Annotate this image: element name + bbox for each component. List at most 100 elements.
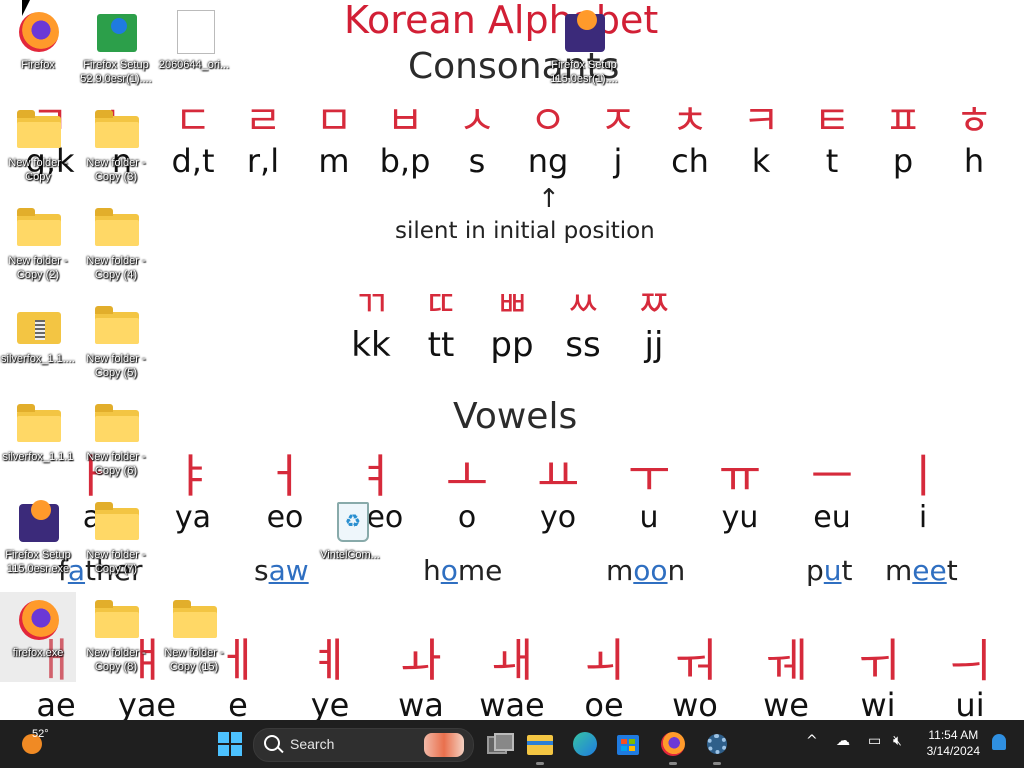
- double-consonant-jamo: ㅆ: [566, 284, 600, 325]
- example-prefix: p: [806, 554, 824, 587]
- store-button[interactable]: [612, 728, 644, 760]
- desktop-icon-label: 2060644_ori...: [158, 59, 230, 71]
- complex-vowel-roman: wi: [860, 686, 896, 720]
- taskbar-search[interactable]: Search: [253, 728, 474, 762]
- desktop-icon[interactable]: New folder - Copy (2): [0, 200, 76, 290]
- example-suffix: t: [841, 554, 853, 587]
- desktop-icon-label: New folder - Copy (4): [86, 255, 146, 281]
- consonant-jamo: ㅎ: [955, 98, 993, 144]
- document-icon-shape: [177, 10, 215, 54]
- zip-folder-icon: [17, 304, 61, 348]
- double-consonant-roman: tt: [427, 325, 455, 365]
- double-consonant-roman: kk: [351, 325, 391, 365]
- desktop-icon-label: New folder - Copy (8): [86, 647, 146, 673]
- task-view-button[interactable]: [482, 728, 514, 760]
- example-word: saw: [254, 554, 309, 587]
- example-suffix: n: [667, 554, 686, 587]
- vowel-jamo: ㅓ: [263, 449, 307, 503]
- vowel-jamo: ㅗ: [445, 449, 489, 503]
- complex-vowel-jamo: ㅘ: [399, 633, 443, 687]
- explorer-running-indicator: [536, 762, 544, 765]
- folder-icon-shape: [17, 208, 61, 246]
- folder-icon: [95, 500, 139, 544]
- installer-icon: [95, 10, 139, 54]
- desktop-icon[interactable]: New folder - Copy (3): [78, 102, 154, 192]
- folder-icon-shape: [95, 502, 139, 540]
- desktop-icon[interactable]: New folder - Copy (6): [78, 396, 154, 486]
- clock[interactable]: 11:54 AM 3/14/2024: [927, 727, 980, 759]
- desktop-icon[interactable]: New folder - Copy (7): [78, 494, 154, 584]
- desktop-icon-label: New folder - Copy (15): [164, 647, 224, 673]
- installer-icon-shape: [97, 14, 137, 52]
- settings-running-indicator: [713, 762, 721, 765]
- desktop-icon[interactable]: silverfox_1.1....: [0, 298, 76, 388]
- desktop-icon[interactable]: New folder - Copy: [0, 102, 76, 192]
- display-icon[interactable]: ▭: [868, 733, 881, 749]
- consonant-jamo: ㅋ: [742, 98, 780, 144]
- vowel-roman: yo: [539, 500, 577, 535]
- consonant-roman: k: [751, 142, 771, 180]
- desktop-icon[interactable]: Firefox: [0, 4, 76, 94]
- desktop-icon[interactable]: Firefox Setup 115.0esr(1)....: [546, 4, 622, 94]
- firefox-icon-shape: [19, 12, 59, 52]
- file-explorer-button[interactable]: [524, 728, 556, 760]
- folder-icon: [95, 598, 139, 642]
- desktop-icon[interactable]: 2060644_ori...: [156, 4, 232, 94]
- consonant-jamo: ㅊ: [671, 98, 709, 144]
- onedrive-icon[interactable]: ☁: [836, 733, 850, 749]
- folder-icon: [95, 108, 139, 152]
- complex-vowel-roman: yae: [117, 686, 177, 720]
- settings-button[interactable]: [701, 728, 733, 760]
- complex-vowel-roman: oe: [584, 686, 624, 720]
- consonant-roman: s: [468, 142, 486, 180]
- desktop-icon[interactable]: New folder - Copy (8): [78, 592, 154, 682]
- search-highlight-image: [424, 733, 464, 757]
- example-word: meet: [885, 554, 958, 587]
- desktop-icon[interactable]: Firefox Setup 52.9.0esr(1)....: [78, 4, 154, 94]
- vowel-jamo: ㅡ: [810, 449, 854, 503]
- vowel-jamo: ㅣ: [901, 449, 945, 503]
- example-word: put: [806, 554, 853, 587]
- example-prefix: s: [254, 554, 269, 587]
- desktop-icon-label: New folder - Copy (6): [86, 451, 146, 477]
- recycle-bin-icon: ♻: [329, 500, 373, 544]
- consonant-roman: h: [963, 142, 985, 180]
- folder-icon: [173, 598, 217, 642]
- silent-note: silent in initial position: [395, 218, 655, 244]
- volume-muted-icon[interactable]: 🔇︎: [893, 733, 902, 749]
- desktop-icon[interactable]: ♻ VintelCom...: [312, 494, 388, 584]
- desktop-icon[interactable]: Firefox Setup 115.0esr.exe: [0, 494, 76, 584]
- arrow-indicator: ↑: [538, 184, 560, 214]
- edge-button[interactable]: [569, 728, 601, 760]
- folder-icon-shape: [95, 600, 139, 638]
- consonant-jamo: ㄷ: [174, 98, 212, 144]
- folder-icon-shape: [95, 110, 139, 148]
- chevron-up-icon[interactable]: ^: [806, 733, 818, 749]
- folder-icon-shape: [17, 404, 61, 442]
- consonant-roman: m: [318, 142, 350, 180]
- consonant-jamo: ㄹ: [244, 98, 282, 144]
- consonant-roman: r,l: [246, 142, 280, 180]
- start-button[interactable]: [214, 728, 246, 760]
- folder-icon: [17, 206, 61, 250]
- desktop-icon[interactable]: New folder - Copy (15): [156, 592, 232, 682]
- folder-icon: [17, 402, 61, 446]
- vowel-roman: o: [457, 500, 477, 535]
- double-consonant-jamo: ㄲ: [354, 284, 388, 325]
- consonant-roman: ch: [671, 142, 709, 180]
- notification-bell-icon[interactable]: [992, 734, 1006, 750]
- desktop-icon[interactable]: silverfox_1.1.1: [0, 396, 76, 486]
- desktop-icon-label: Firefox: [21, 59, 55, 71]
- firefox-taskbar-button[interactable]: [657, 728, 689, 760]
- weather-temp[interactable]: 52°: [32, 728, 49, 740]
- desktop-icon-label: New folder - Copy (5): [86, 353, 146, 379]
- taskbar: 52° Search ^ ☁ ▭ 🔇︎ 11:54 AM 3/14/2024: [0, 720, 1024, 768]
- complex-vowel-roman: ye: [310, 686, 350, 720]
- desktop-icon-label: New folder - Copy (7): [86, 549, 146, 575]
- desktop-icon[interactable]: New folder - Copy (5): [78, 298, 154, 388]
- desktop-icon[interactable]: New folder - Copy (4): [78, 200, 154, 290]
- desktop-icon[interactable]: firefox.exe: [0, 592, 76, 682]
- double-consonant-jamo: ㅉ: [637, 284, 671, 325]
- installer-icon: [563, 10, 607, 54]
- double-consonant-jamo: ㅃ: [495, 284, 529, 325]
